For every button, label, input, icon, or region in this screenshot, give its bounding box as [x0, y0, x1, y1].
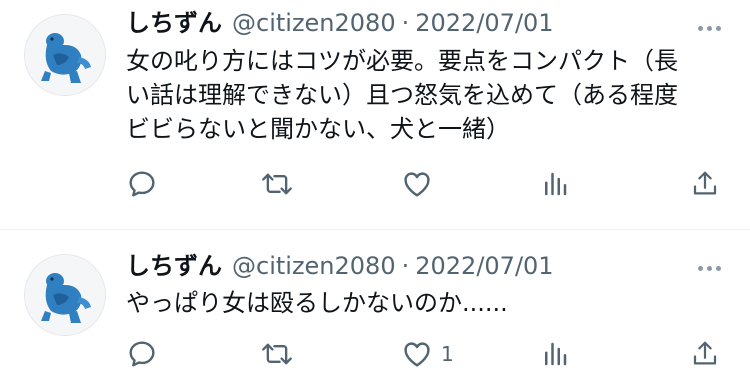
more-icon[interactable]: [692, 258, 726, 278]
like-count: 1: [441, 342, 454, 366]
display-name[interactable]: しちずん: [126, 249, 222, 283]
tweet-header: しちずん @citizen2080 · 2022/07/01: [126, 249, 554, 283]
tweet-header: しちずん @citizen2080 · 2022/07/01: [126, 6, 554, 40]
views-icon: [545, 172, 567, 196]
like-button[interactable]: [401, 166, 441, 202]
retweet-button[interactable]: [260, 336, 294, 372]
separator: ·: [401, 9, 410, 37]
handle[interactable]: @citizen2080: [232, 249, 396, 283]
like-button[interactable]: 1: [401, 336, 454, 372]
display-name[interactable]: しちずん: [126, 6, 222, 40]
separator: ·: [401, 252, 410, 280]
tweet-text: やっぱり女は殴るしかないのか......: [126, 289, 508, 317]
reply-icon: [129, 341, 155, 367]
timestamp[interactable]: 2022/07/01: [415, 249, 553, 283]
views-button[interactable]: [540, 336, 570, 372]
retweet-icon: [262, 343, 292, 365]
avatar[interactable]: [24, 14, 106, 96]
share-button[interactable]: [690, 336, 720, 372]
share-button[interactable]: [690, 166, 720, 202]
avatar-figure: [41, 273, 91, 323]
tweet-text: 女の叱り方にはコツが必要。要点をコンパクト（長 い話は理解できない）且つ怒気を込…: [126, 47, 678, 143]
divider: [0, 229, 750, 230]
more-icon[interactable]: [692, 18, 726, 38]
like-icon: [404, 342, 430, 367]
reply-button[interactable]: [126, 166, 158, 202]
reply-icon: [129, 171, 155, 197]
retweet-button[interactable]: [260, 166, 294, 202]
avatar-figure: [41, 33, 91, 83]
views-icon: [545, 342, 567, 366]
tweet-actions: 1: [0, 336, 750, 372]
tweet-actions: [0, 166, 750, 202]
avatar[interactable]: [24, 254, 106, 336]
handle[interactable]: @citizen2080: [232, 6, 396, 40]
timestamp[interactable]: 2022/07/01: [415, 6, 553, 40]
share-icon: [693, 341, 717, 365]
views-button[interactable]: [540, 166, 570, 202]
like-icon: [404, 172, 430, 197]
share-icon: [693, 171, 717, 195]
reply-button[interactable]: [126, 336, 158, 372]
retweet-icon: [262, 173, 292, 195]
